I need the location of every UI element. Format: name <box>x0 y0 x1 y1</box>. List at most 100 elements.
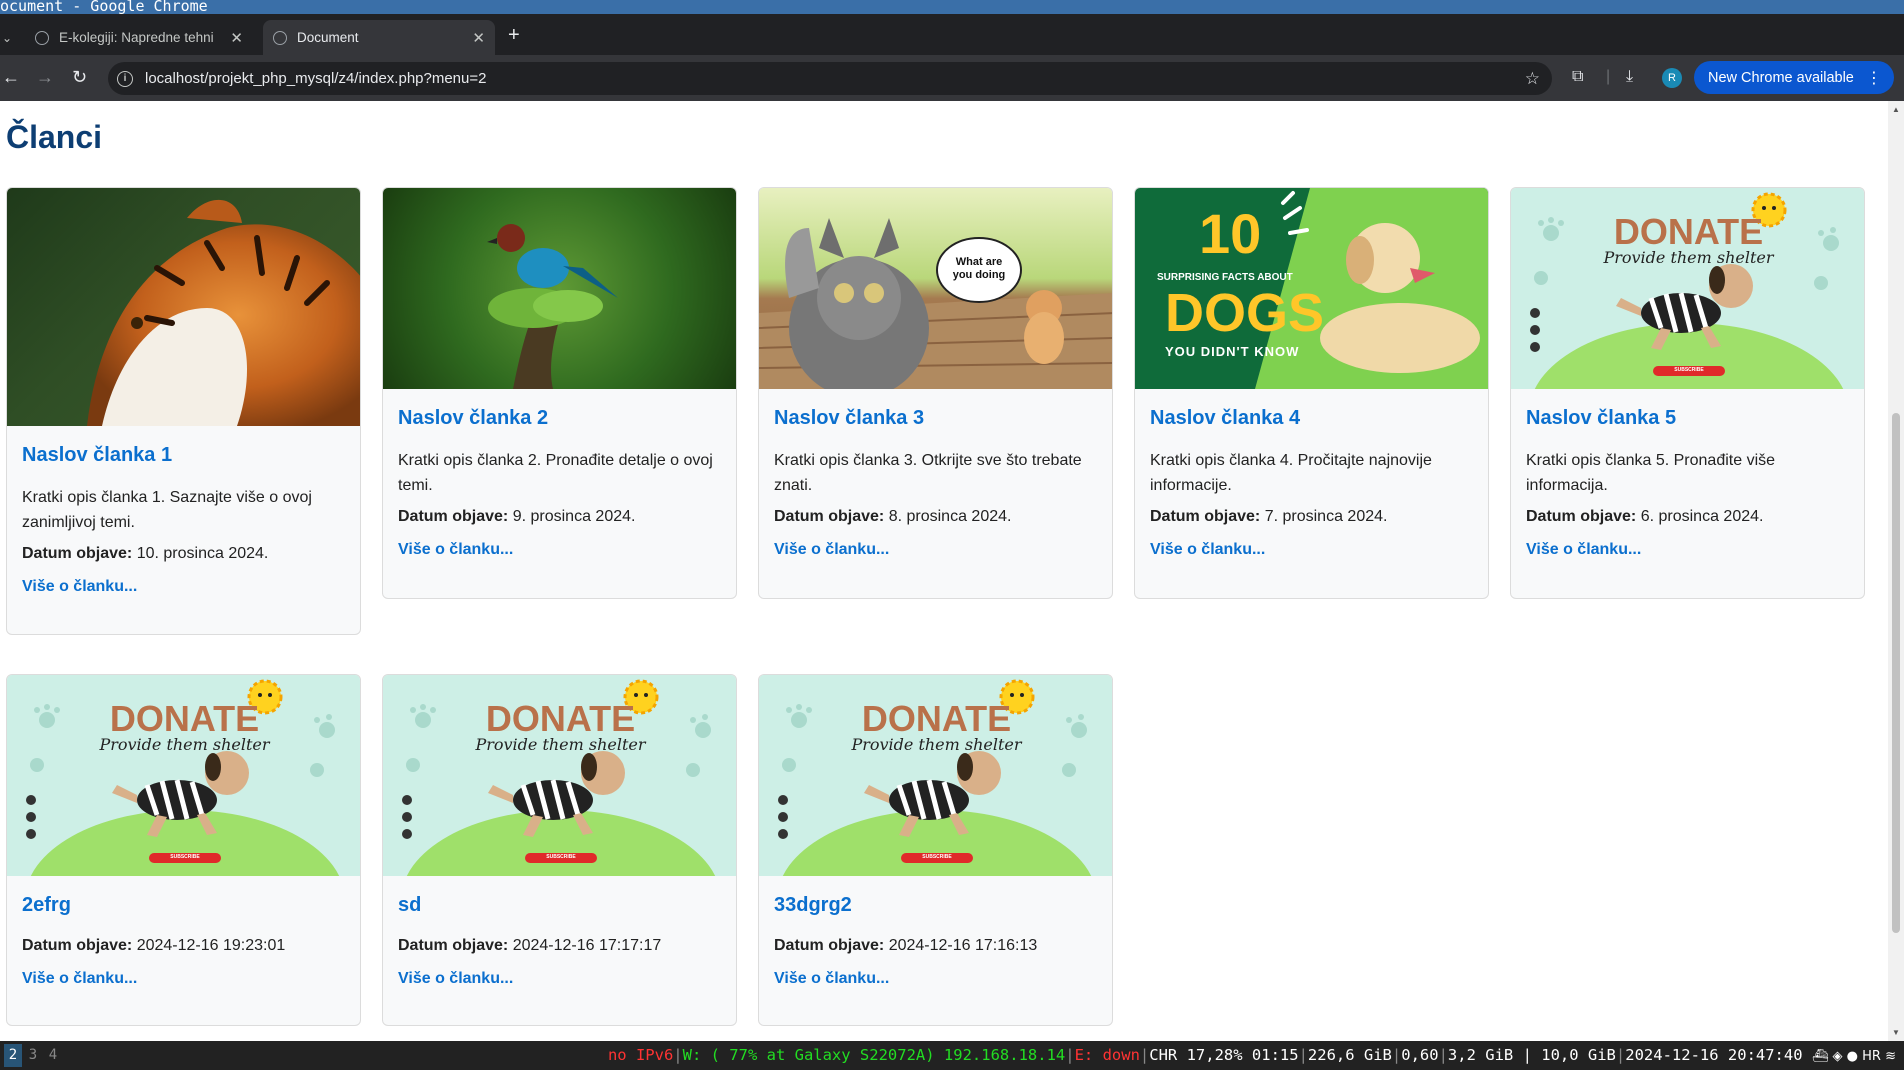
date-label: Datum objave: <box>22 937 133 954</box>
donate-title: DONATE <box>485 698 636 739</box>
donate-subtitle: Provide them shelter <box>1603 248 1774 267</box>
date-value: 9. prosinca 2024. <box>512 508 636 525</box>
download-icon[interactable]: ⤓ <box>1626 68 1633 86</box>
bookmark-star-icon[interactable]: ☆ <box>1525 69 1540 89</box>
article-description: Kratki opis članka 2. Pronađite detalje … <box>398 452 713 494</box>
article-card: DONATE Provide them shelter SUBSCRIBE 33… <box>758 674 1113 1026</box>
article-image-donate[interactable]: DONATE Provide them shelter SUBSCRIBE <box>759 675 1112 876</box>
article-image-dogs[interactable]: 10 SURPRISING FACTS ABOUT DOGS YOU DIDN'… <box>1135 188 1488 389</box>
globe-icon <box>273 30 287 45</box>
page-scrollbar[interactable]: ▲ ▼ <box>1888 101 1904 1041</box>
forward-icon[interactable]: → <box>36 67 54 88</box>
new-chrome-available-button[interactable]: New Chrome available ⋮ <box>1694 61 1894 94</box>
article-title[interactable]: Naslov članka 5 <box>1526 407 1850 430</box>
article-image-donate[interactable]: DONATE Provide them shelter SUBSCRIBE <box>383 675 736 876</box>
article-title[interactable]: Naslov članka 3 <box>774 407 1098 430</box>
read-more-link[interactable]: Više o članku... <box>22 970 137 988</box>
date-label: Datum objave: <box>1150 508 1261 525</box>
article-image-cats[interactable]: What are you doing <box>759 188 1112 389</box>
tab-label: Document <box>297 30 359 45</box>
read-more-link[interactable]: Više o članku... <box>774 970 889 988</box>
article-date: Datum objave: 9. prosinca 2024. <box>398 506 722 528</box>
cpu-status: CHR 17,28% 01:15 <box>1149 1046 1299 1064</box>
disk-status: 226,6 GiB <box>1307 1046 1392 1064</box>
i3-status-bar: 2 3 4 no IPv6|W: ( 77% at Galaxy S22072A… <box>0 1041 1904 1070</box>
speech-bubble-text: What are you doing <box>937 256 1021 282</box>
article-date: Datum objave: 7. prosinca 2024. <box>1150 506 1474 528</box>
read-more-link[interactable]: Više o članku... <box>1526 541 1641 559</box>
close-tab-icon[interactable]: ✕ <box>230 29 243 47</box>
date-value: 8. prosinca 2024. <box>888 508 1012 525</box>
workspace-button[interactable]: 2 <box>4 1044 22 1067</box>
article-title[interactable]: 2efrg <box>22 894 346 917</box>
divider: | <box>1606 68 1611 85</box>
new-tab-icon[interactable]: + <box>508 24 520 47</box>
article-card: DONATE Provide them shelter SUBSCRIBE Na… <box>1510 187 1865 599</box>
tab-search-icon[interactable]: ⌄ <box>2 31 12 45</box>
donate-title: DONATE <box>861 698 1012 739</box>
profile-avatar[interactable]: R <box>1662 68 1682 88</box>
tiger-picture <box>87 199 360 426</box>
article-title[interactable]: Naslov članka 2 <box>398 407 722 430</box>
article-date: Datum objave: 2024-12-16 17:17:17 <box>398 935 722 957</box>
load-status: 0,60 <box>1401 1046 1439 1064</box>
tab-ekolegiji[interactable]: E-kolegiji: Napredne tehni ✕ <box>25 20 253 55</box>
address-bar[interactable]: i localhost/projekt_php_mysql/z4/index.p… <box>108 62 1552 95</box>
date-value: 2024-12-16 19:23:01 <box>136 937 286 954</box>
date-value: 7. prosinca 2024. <box>1264 508 1388 525</box>
tab-document[interactable]: Document ✕ <box>263 20 495 55</box>
read-more-link[interactable]: Više o članku... <box>22 578 137 596</box>
window-title: ocument - Google Chrome <box>0 0 1904 14</box>
article-card: DONATE Provide them shelter SUBSCRIBE sd… <box>382 674 737 1026</box>
date-label: Datum objave: <box>398 937 509 954</box>
workspace-button[interactable]: 4 <box>44 1044 62 1067</box>
back-icon[interactable]: ← <box>2 67 20 88</box>
cats-picture <box>759 218 1112 389</box>
bubble-line-1: What are <box>955 256 1003 268</box>
article-description: Kratki opis članka 5. Pronađite više inf… <box>1526 452 1776 494</box>
status-info: no IPv6|W: ( 77% at Galaxy S22072A) 192.… <box>607 1046 1896 1064</box>
extensions-icon[interactable]: ⧉ <box>1572 68 1583 86</box>
donate-subtitle: Provide them shelter <box>851 735 1022 754</box>
dogs-line2: YOU DIDN'T KNOW <box>1165 344 1300 359</box>
read-more-link[interactable]: Više o članku... <box>1150 541 1265 559</box>
date-label: Datum objave: <box>774 937 885 954</box>
article-image-bird[interactable] <box>383 188 736 389</box>
browser-toolbar: ← → ↻ i localhost/projekt_php_mysql/z4/i… <box>0 55 1904 101</box>
bird-picture <box>487 224 618 389</box>
read-more-link[interactable]: Više o članku... <box>398 541 513 559</box>
url-text[interactable]: localhost/projekt_php_mysql/z4/index.php… <box>145 70 486 87</box>
donate-subscribe-label: SUBSCRIBE <box>546 854 576 860</box>
date-label: Datum objave: <box>1526 508 1637 525</box>
scroll-down-arrow-icon[interactable]: ▼ <box>1892 1028 1900 1037</box>
read-more-link[interactable]: Više o članku... <box>398 970 513 988</box>
date-label: Datum objave: <box>22 545 133 562</box>
page-title: Članci <box>6 119 103 155</box>
article-description: Kratki opis članka 1. Saznajte više o ov… <box>22 489 312 531</box>
article-card: DONATE Provide them shelter SUBSCRIBE 2e… <box>6 674 361 1026</box>
article-title[interactable]: 33dgrg2 <box>774 894 1098 917</box>
dogs-line1: SURPRISING FACTS ABOUT <box>1157 272 1293 283</box>
article-image-donate[interactable]: DONATE Provide them shelter SUBSCRIBE <box>7 675 360 876</box>
scroll-thumb[interactable] <box>1892 413 1900 933</box>
article-title[interactable]: sd <box>398 894 722 917</box>
article-title[interactable]: Naslov članka 4 <box>1150 407 1474 430</box>
article-image-donate[interactable]: DONATE Provide them shelter SUBSCRIBE <box>1511 188 1864 389</box>
keyboard-layout: HR <box>1862 1049 1881 1064</box>
date-value: 2024-12-16 17:16:13 <box>888 937 1038 954</box>
reload-icon[interactable]: ↻ <box>72 67 87 88</box>
workspace-button[interactable]: 3 <box>24 1044 42 1067</box>
tray-icons: ⛴ ◈ ● HR ≋ <box>1811 1049 1896 1064</box>
site-info-icon[interactable]: i <box>117 70 133 87</box>
page-content: Članci Naslov članka 1 Kratki opis člank… <box>0 101 1888 1041</box>
read-more-link[interactable]: Više o članku... <box>774 541 889 559</box>
scroll-up-arrow-icon[interactable]: ▲ <box>1892 105 1900 114</box>
date-value: 10. prosinca 2024. <box>136 545 269 562</box>
article-date: Datum objave: 6. prosinca 2024. <box>1526 506 1850 528</box>
close-tab-icon[interactable]: ✕ <box>472 29 485 47</box>
article-description: Kratki opis članka 3. Otkrijte sve što t… <box>774 452 1082 494</box>
menu-dots-icon[interactable]: ⋮ <box>1866 68 1882 88</box>
article-title[interactable]: Naslov članka 1 <box>22 444 346 467</box>
tab-label: E-kolegiji: Napredne tehni <box>59 30 214 45</box>
article-image-tiger[interactable] <box>7 188 360 426</box>
